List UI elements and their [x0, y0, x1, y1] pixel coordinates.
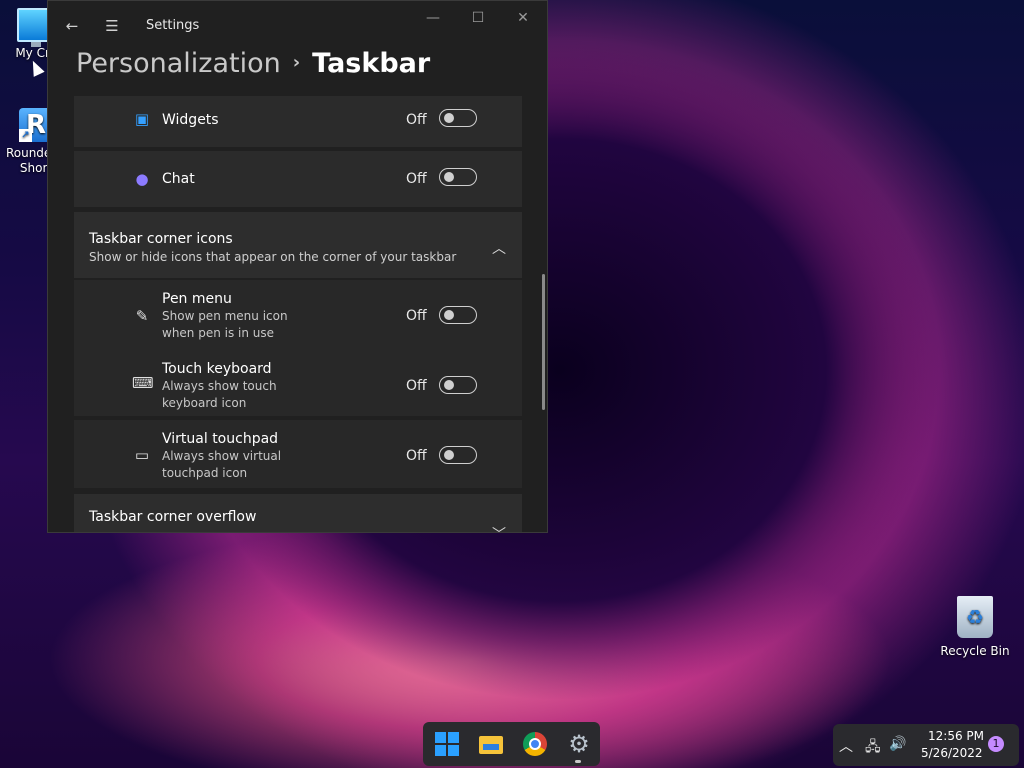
recycle-bin-icon: ♻ [957, 596, 993, 638]
setting-label: Widgets [162, 112, 219, 128]
section-taskbar-corner-overflow[interactable]: Taskbar corner overflow ﹀ [74, 494, 522, 532]
breadcrumb-parent[interactable]: Personalization [76, 48, 281, 79]
active-app-indicator [575, 760, 581, 763]
touch-keyboard-toggle[interactable] [439, 376, 477, 394]
widgets-icon: ▣ [134, 110, 150, 128]
chevron-down-icon[interactable]: ﹀ [492, 524, 506, 532]
pen-menu-toggle[interactable] [439, 306, 477, 324]
toggle-state: Off [406, 112, 427, 128]
clock-date[interactable]: 5/26/2022 [921, 746, 983, 760]
settings-content[interactable]: ▣ Widgets Off ● Chat Off Taskbar corner … [48, 96, 547, 532]
section-taskbar-corner-icons[interactable]: Taskbar corner icons Show or hide icons … [74, 212, 522, 278]
chevron-up-icon[interactable]: ︿ [492, 238, 506, 258]
start-button[interactable] [435, 732, 459, 756]
toggle-state: Off [406, 448, 427, 464]
taskbar: ⚙ [423, 722, 600, 766]
section-title: Taskbar corner overflow [89, 509, 257, 525]
chat-toggle[interactable] [439, 168, 477, 186]
scrollbar-thumb[interactable] [542, 274, 545, 410]
desktop-icon-label: Recycle Bin [940, 644, 1010, 658]
system-tray: ︿ 🖧 🔊 12:56 PM 5/26/2022 1 [833, 724, 1019, 766]
keyboard-icon: ⌨ [132, 374, 154, 392]
minimize-button[interactable]: — [411, 7, 455, 29]
setting-row-widgets: ▣ Widgets Off [74, 96, 522, 147]
touchpad-icon: ▭ [134, 446, 150, 464]
close-button[interactable]: ✕ [501, 7, 545, 29]
desktop-icon-recycle-bin[interactable]: ♻ Recycle Bin [938, 596, 1012, 659]
toggle-state: Off [406, 171, 427, 187]
section-subtitle: Show or hide icons that appear on the co… [89, 250, 457, 264]
volume-icon[interactable]: 🔊 [889, 736, 906, 752]
setting-label: Virtual touchpad [162, 431, 279, 447]
pen-icon: ✎ [135, 307, 149, 325]
setting-description: Show pen menu icon when pen is in use [162, 309, 288, 340]
clock-time[interactable]: 12:56 PM [928, 729, 984, 743]
widgets-toggle[interactable] [439, 109, 477, 127]
settings-window: ← ☰ Settings — ☐ ✕ Personalization › Taskb… [47, 0, 548, 533]
settings-gear-icon[interactable]: ⚙ [567, 732, 591, 756]
chrome-icon[interactable] [523, 732, 547, 756]
chat-icon: ● [135, 170, 149, 188]
corner-icons-list: ✎ Pen menu Show pen menu icon when pen i… [74, 280, 522, 416]
page-title: Taskbar [312, 48, 431, 79]
back-button[interactable]: ← [59, 13, 85, 39]
shortcut-arrow-icon: ↗ [19, 129, 32, 142]
section-title: Taskbar corner icons [89, 231, 233, 247]
network-icon[interactable]: 🖧 [865, 736, 881, 760]
notification-badge[interactable]: 1 [988, 736, 1004, 752]
setting-description: Always show virtual touchpad icon [162, 449, 282, 480]
menu-button[interactable]: ☰ [99, 13, 125, 39]
toggle-state: Off [406, 378, 427, 394]
chevron-up-icon[interactable]: ︿ [839, 736, 853, 756]
setting-label: Chat [162, 171, 195, 187]
maximize-button[interactable]: ☐ [456, 7, 500, 29]
title-bar: ← ☰ Settings — ☐ ✕ [48, 1, 547, 49]
setting-label: Touch keyboard [162, 361, 272, 377]
breadcrumb: Personalization › Taskbar [76, 48, 430, 79]
setting-label: Pen menu [162, 291, 232, 307]
breadcrumb-separator: › [292, 52, 301, 73]
setting-row-chat: ● Chat Off [74, 151, 522, 207]
file-explorer-icon[interactable] [479, 732, 503, 756]
window-title: Settings [146, 18, 200, 33]
toggle-state: Off [406, 308, 427, 324]
corner-icons-list-2: ▭ Virtual touchpad Always show virtual t… [74, 420, 522, 488]
virtual-touchpad-toggle[interactable] [439, 446, 477, 464]
setting-description: Always show touch keyboard icon [162, 379, 277, 410]
